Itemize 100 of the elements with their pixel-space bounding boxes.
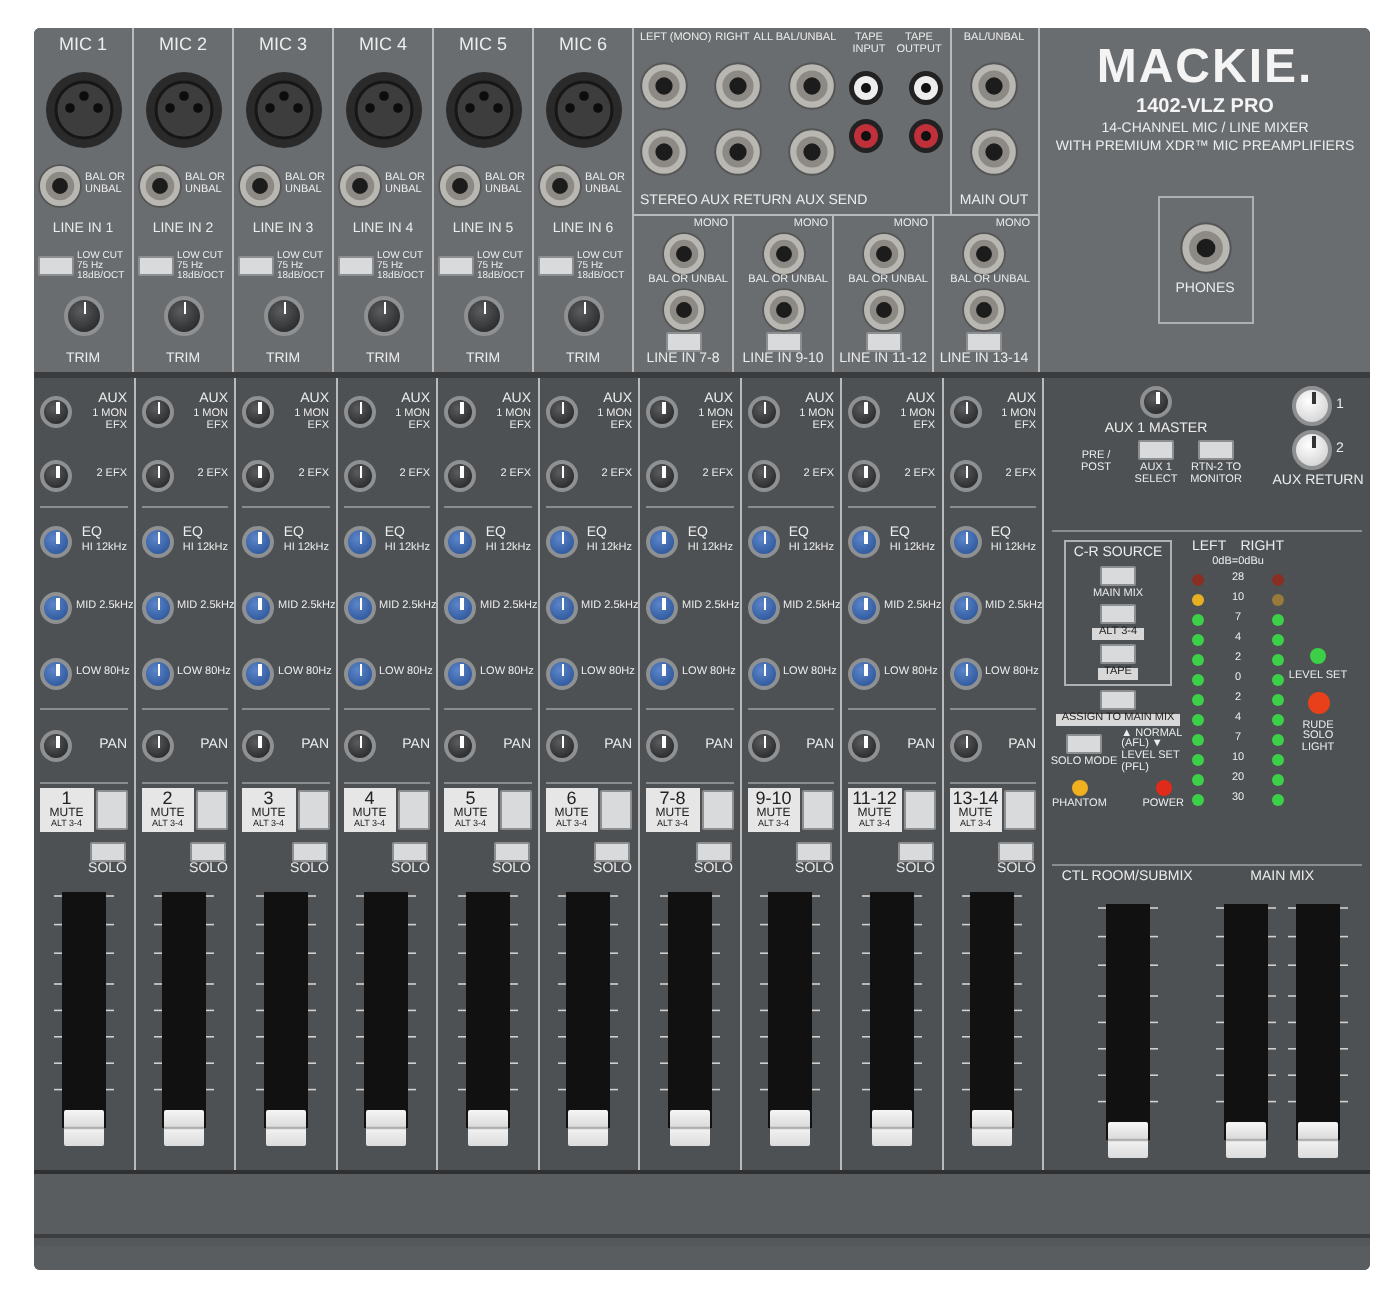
mute-button[interactable]	[499, 790, 531, 830]
solo-button[interactable]	[392, 841, 429, 862]
knob[interactable]	[747, 591, 779, 624]
knob[interactable]	[444, 525, 476, 558]
knob[interactable]	[747, 396, 779, 429]
knob[interactable]	[848, 396, 880, 429]
solo-button[interactable]	[695, 841, 732, 862]
knob[interactable]	[141, 591, 173, 624]
knob[interactable]	[747, 525, 779, 558]
solo-button[interactable]	[89, 841, 126, 862]
knob[interactable]	[343, 658, 375, 691]
solo-button[interactable]	[897, 841, 934, 862]
low-cut-button[interactable]	[337, 256, 373, 277]
fader-handle[interactable]	[164, 1110, 205, 1146]
knob[interactable]	[747, 460, 779, 493]
knob[interactable]	[949, 396, 981, 429]
knob[interactable]	[444, 730, 476, 762]
knob[interactable]	[545, 460, 577, 493]
aux-select-button[interactable]	[1138, 440, 1174, 461]
knob[interactable]	[848, 591, 880, 624]
knob[interactable]	[545, 525, 577, 558]
knob[interactable]	[848, 525, 880, 558]
source-button[interactable]	[1100, 604, 1136, 625]
knob[interactable]	[1140, 386, 1172, 418]
knob[interactable]	[343, 591, 375, 624]
knob[interactable]	[141, 396, 173, 429]
knob[interactable]	[343, 730, 375, 762]
mute-button[interactable]	[297, 790, 329, 830]
solo-button[interactable]	[291, 841, 328, 862]
knob[interactable]	[646, 591, 678, 624]
knob[interactable]	[545, 396, 577, 429]
knob[interactable]	[343, 460, 375, 493]
fader-handle[interactable]	[366, 1110, 407, 1146]
solo-button[interactable]	[493, 841, 530, 862]
knob[interactable]	[848, 460, 880, 493]
knob[interactable]	[949, 525, 981, 558]
knob[interactable]	[343, 396, 375, 429]
fader-handle[interactable]	[568, 1110, 609, 1146]
knob[interactable]	[646, 396, 678, 429]
monitor-button[interactable]	[1198, 440, 1234, 461]
knob[interactable]	[141, 525, 173, 558]
fader-handle[interactable]	[1226, 1122, 1267, 1158]
knob[interactable]	[242, 658, 274, 691]
knob[interactable]	[949, 658, 981, 691]
solo-button[interactable]	[594, 841, 631, 862]
fader-handle[interactable]	[63, 1110, 104, 1146]
knob[interactable]	[545, 591, 577, 624]
knob[interactable]	[646, 460, 678, 493]
knob[interactable]	[40, 730, 72, 762]
knob[interactable]	[1292, 386, 1333, 426]
knob[interactable]	[40, 525, 72, 558]
fader-handle[interactable]	[265, 1110, 306, 1146]
level-button[interactable]	[966, 331, 1002, 352]
knob[interactable]	[242, 525, 274, 558]
knob[interactable]	[141, 460, 173, 493]
knob[interactable]	[444, 591, 476, 624]
level-button[interactable]	[765, 331, 801, 352]
fader-handle[interactable]	[669, 1110, 710, 1146]
knob[interactable]	[545, 658, 577, 691]
solo-button[interactable]	[796, 841, 833, 862]
assign-button[interactable]	[1100, 689, 1136, 710]
solo-button[interactable]	[998, 841, 1035, 862]
low-cut-button[interactable]	[437, 256, 473, 277]
knob[interactable]	[40, 591, 72, 624]
knob[interactable]	[444, 396, 476, 429]
knob[interactable]	[40, 460, 72, 493]
knob[interactable]	[1292, 430, 1333, 470]
low-cut-button[interactable]	[137, 256, 173, 277]
knob[interactable]	[747, 730, 779, 762]
knob[interactable]	[40, 658, 72, 691]
level-button[interactable]	[665, 331, 701, 352]
fader-handle[interactable]	[972, 1110, 1013, 1146]
fader-handle[interactable]	[467, 1110, 508, 1146]
source-button[interactable]	[1100, 644, 1136, 665]
fader-handle[interactable]	[871, 1110, 912, 1146]
level-button[interactable]	[865, 331, 901, 352]
knob[interactable]	[242, 730, 274, 762]
knob[interactable]	[444, 460, 476, 493]
knob[interactable]	[646, 658, 678, 691]
low-cut-button[interactable]	[237, 256, 273, 277]
knob[interactable]	[848, 658, 880, 691]
fader-handle[interactable]	[1107, 1122, 1148, 1158]
low-cut-button[interactable]	[537, 256, 573, 277]
knob[interactable]	[242, 396, 274, 429]
knob[interactable]	[242, 591, 274, 624]
solo-button[interactable]	[190, 841, 227, 862]
knob[interactable]	[646, 730, 678, 762]
fader-handle[interactable]	[1298, 1122, 1339, 1158]
mute-button[interactable]	[95, 790, 127, 830]
knob[interactable]	[141, 730, 173, 762]
knob[interactable]	[848, 730, 880, 762]
knob[interactable]	[949, 460, 981, 493]
low-cut-button[interactable]	[37, 256, 73, 277]
knob[interactable]	[40, 396, 72, 429]
mute-button[interactable]	[701, 790, 733, 830]
knob[interactable]	[949, 591, 981, 624]
knob[interactable]	[949, 730, 981, 762]
knob[interactable]	[343, 525, 375, 558]
knob[interactable]	[444, 658, 476, 691]
knob[interactable]	[646, 525, 678, 558]
